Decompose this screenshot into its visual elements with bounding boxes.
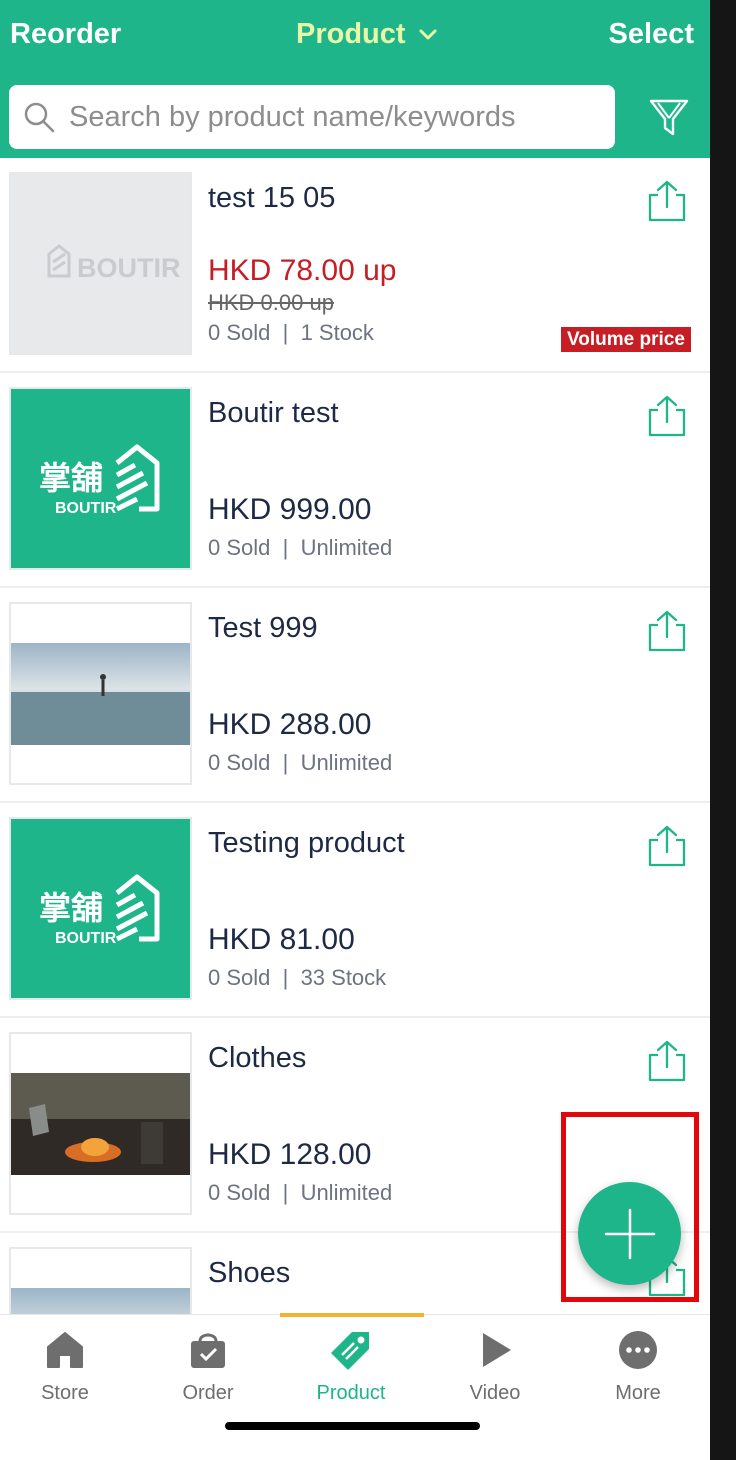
select-button[interactable]: Select <box>609 18 694 51</box>
tag-icon <box>331 1332 369 1370</box>
svg-text:BOUTIR: BOUTIR <box>55 930 117 947</box>
product-thumbnail: 掌舖 BOUTIR <box>9 387 192 570</box>
chevron-down-icon <box>419 29 437 39</box>
product-screen: Reorder Product Select Search by product… <box>0 0 710 1460</box>
tab-product[interactable]: Product <box>291 1329 411 1411</box>
product-price: HKD 288.00 <box>208 708 372 741</box>
product-row[interactable]: 掌舖 BOUTIR Boutir test HKD 999.00 0 Sold |… <box>0 373 710 588</box>
sales-stock-meta: 0 Sold | 33 Stock <box>208 965 387 990</box>
search-icon <box>24 102 55 133</box>
product-title-dropdown[interactable]: Product <box>296 18 438 51</box>
product-row[interactable]: Test 999 HKD 288.00 0 Sold | Unlimited <box>0 588 710 803</box>
filter-icon[interactable] <box>648 98 690 138</box>
share-icon[interactable] <box>648 395 686 437</box>
volume-price-badge: Volume price <box>561 327 691 352</box>
product-thumbnail <box>9 602 192 785</box>
original-price: HKD 0.00 up <box>208 290 334 315</box>
tab-label-more: More <box>615 1382 661 1404</box>
play-icon <box>483 1333 511 1367</box>
product-name: test 15 05 <box>208 182 336 214</box>
bag-icon <box>191 1333 225 1368</box>
tab-label-video: Video <box>469 1382 521 1404</box>
product-price: HKD 999.00 <box>208 493 372 526</box>
svg-text:掌舖: 掌舖 <box>39 889 103 927</box>
more-icon <box>619 1331 657 1369</box>
share-icon[interactable] <box>648 180 686 222</box>
product-name: Boutir test <box>208 397 339 429</box>
product-thumbnail <box>9 1032 192 1215</box>
tab-label-order: Order <box>182 1382 234 1404</box>
tab-order[interactable]: Order <box>148 1329 268 1411</box>
search-input[interactable]: Search by product name/keywords <box>9 85 615 149</box>
svg-text:BOUTIR: BOUTIR <box>55 500 117 517</box>
tab-label-store: Store <box>41 1382 89 1404</box>
tab-more[interactable]: More <box>578 1329 698 1411</box>
highlight-box <box>561 1112 699 1302</box>
svg-text:BOUTIR: BOUTIR <box>77 253 181 283</box>
tab-label-product: Product <box>316 1382 386 1404</box>
product-thumbnail: 掌舖 BOUTIR <box>9 817 192 1000</box>
store-icon <box>47 1332 83 1368</box>
product-name: Test 999 <box>208 612 318 644</box>
sales-stock-meta: 0 Sold | Unlimited <box>208 750 393 775</box>
tab-video[interactable]: Video <box>435 1329 555 1411</box>
sales-stock-meta: 0 Sold | Unlimited <box>208 1180 393 1205</box>
top-bar: Reorder Product Select Search by product… <box>0 0 710 158</box>
share-icon[interactable] <box>648 610 686 652</box>
product-price: HKD 78.00 up <box>208 254 397 287</box>
screen-edge <box>710 0 736 1460</box>
product-price: HKD 128.00 <box>208 1138 372 1171</box>
tab-store[interactable]: Store <box>5 1329 125 1411</box>
product-name: Testing product <box>208 827 405 859</box>
search-placeholder: Search by product name/keywords <box>69 100 516 133</box>
product-price: HKD 81.00 <box>208 923 355 956</box>
bottom-tab-bar: Store Order Product Video More <box>0 1313 710 1460</box>
share-icon[interactable] <box>648 825 686 867</box>
active-tab-indicator <box>280 1313 424 1317</box>
sales-stock-meta: 0 Sold | Unlimited <box>208 535 393 560</box>
svg-text:掌舖: 掌舖 <box>39 459 103 497</box>
page-title: Product <box>296 18 406 50</box>
product-thumbnail: BOUTIR <box>9 172 192 355</box>
product-name: Clothes <box>208 1042 307 1074</box>
product-row[interactable]: BOUTIR test 15 05 HKD 78.00 up HKD 0.00 … <box>0 158 710 373</box>
product-name: Shoes <box>208 1257 291 1289</box>
reorder-button[interactable]: Reorder <box>10 18 121 51</box>
share-icon[interactable] <box>648 1040 686 1082</box>
home-indicator <box>225 1422 480 1430</box>
sales-stock-meta: 0 Sold | 1 Stock <box>208 320 374 345</box>
product-row[interactable]: 掌舖 BOUTIR Testing product HKD 81.00 0 Sol… <box>0 803 710 1018</box>
product-thumbnail <box>9 1247 192 1314</box>
